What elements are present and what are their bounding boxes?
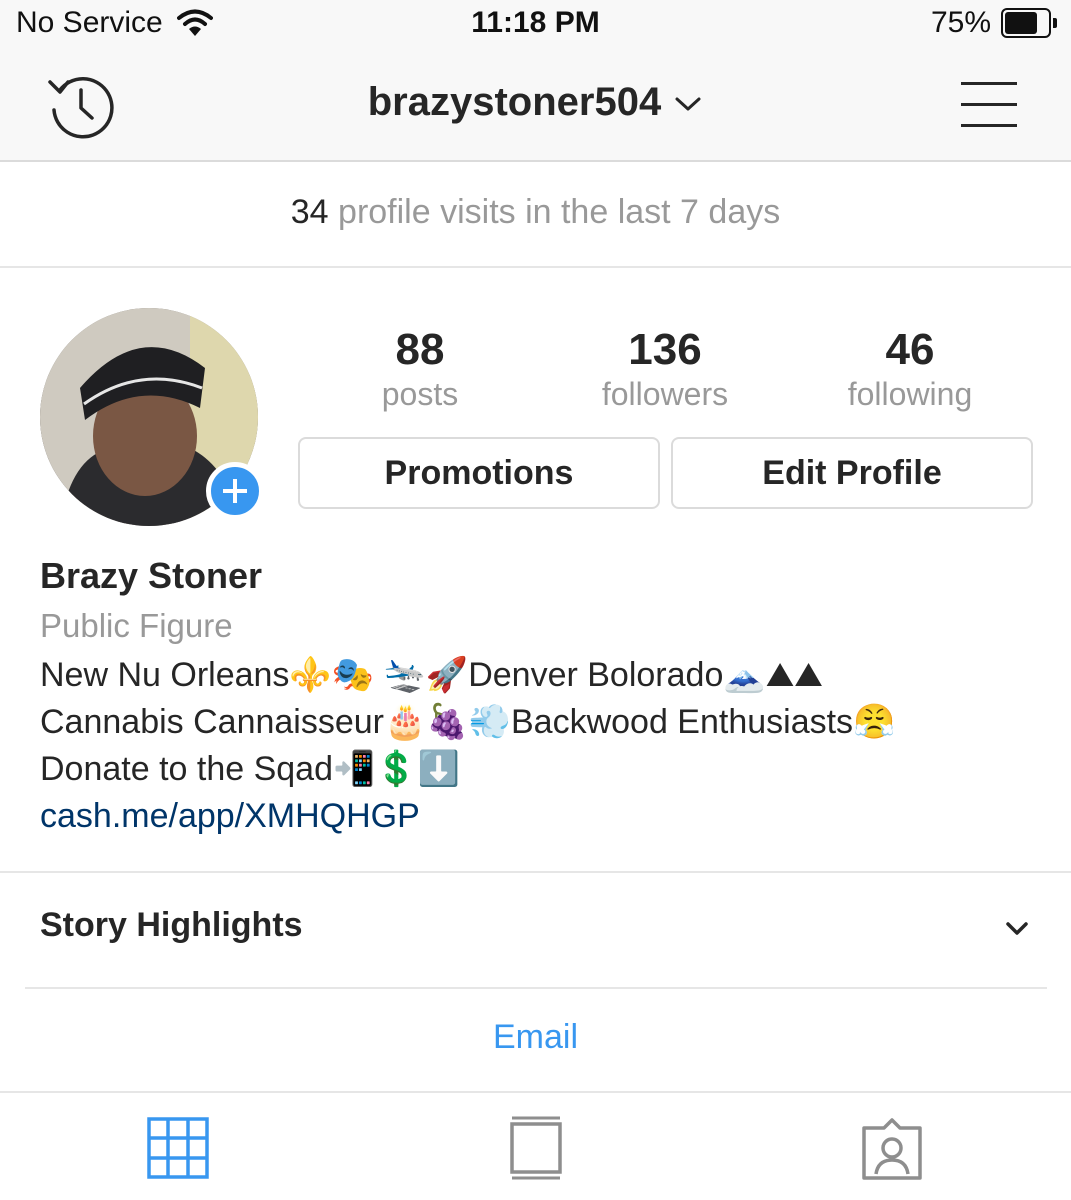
chevron-down-icon (675, 97, 701, 111)
divider (0, 1091, 1071, 1093)
grid-icon[interactable] (146, 1116, 210, 1180)
category-label: Public Figure (40, 607, 233, 644)
nav-bar: brazystoner504 (0, 50, 1071, 162)
bio-line: New Nu Orleans⚜️🎭 🛬🚀Denver Bolorado🗻⛰⛰ (40, 656, 823, 694)
add-story-icon[interactable] (206, 462, 264, 520)
bio-website-link[interactable]: cash.me/app/XMHQHGP (40, 793, 1040, 839)
stat-value: 46 (885, 325, 935, 374)
chevron-down-icon[interactable] (1006, 922, 1028, 936)
feed-view-icon[interactable] (504, 1116, 568, 1180)
display-name: Brazy Stoner (40, 555, 263, 596)
visits-text: profile visits in the last 7 days (338, 193, 781, 231)
status-bar: No Service 11:18 PM 75% (0, 0, 1071, 50)
divider (25, 987, 1047, 989)
stat-posts[interactable]: 88 posts (320, 326, 520, 414)
stat-label: followers (601, 376, 729, 412)
divider (0, 871, 1071, 873)
status-time: 11:18 PM (471, 6, 600, 39)
hamburger-menu-icon[interactable] (961, 80, 1017, 130)
stat-followers[interactable]: 136 followers (565, 326, 765, 414)
stat-label: following (847, 376, 973, 412)
story-highlights-title[interactable]: Story Highlights (40, 906, 303, 945)
edit-profile-button[interactable]: Edit Profile (671, 437, 1033, 509)
account-switcher[interactable]: brazystoner504 (0, 80, 1071, 125)
bio-line: Cannabis Cannaisseur🎂🍇💨Backwood Enthusia… (40, 703, 896, 741)
email-button[interactable]: Email (0, 1018, 1071, 1057)
status-right: 75% (931, 6, 1057, 40)
profile-visits-banner[interactable]: 34 profile visits in the last 7 days (0, 164, 1071, 268)
bio-line: Donate to the Sqad📲💲⬇️ (40, 750, 461, 788)
stat-label: posts (381, 376, 459, 412)
username: brazystoner504 (367, 80, 662, 124)
tagged-photos-icon[interactable] (860, 1116, 924, 1180)
battery-percent: 75% (930, 6, 991, 39)
visits-count: 34 (290, 193, 329, 231)
stat-value: 136 (628, 325, 702, 374)
promotions-button[interactable]: Promotions (298, 437, 660, 509)
profile-bio: Brazy Stoner Public Figure New Nu Orlean… (40, 552, 1040, 839)
stat-value: 88 (395, 325, 445, 374)
stat-following[interactable]: 46 following (810, 326, 1010, 414)
battery-icon (1001, 8, 1057, 38)
